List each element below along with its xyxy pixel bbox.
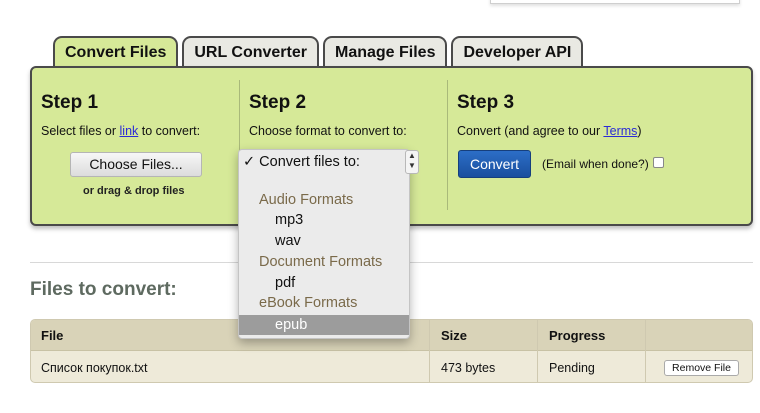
select-arrows-icon[interactable]: ▲ ▼ <box>405 150 419 174</box>
tab-convert-files[interactable]: Convert Files <box>53 36 179 68</box>
email-when-done-checkbox[interactable] <box>653 157 664 168</box>
step-3-title: Step 3 <box>457 92 515 113</box>
dropdown-option-pdf[interactable]: pdf <box>239 273 409 293</box>
column-header-size: Size <box>441 328 468 343</box>
step-3-description: Convert (and agree to our Terms) <box>457 124 642 138</box>
column-header-file: File <box>41 328 64 343</box>
tab-bar: Convert Files URL Converter Manage Files… <box>53 36 584 68</box>
tab-manage-files[interactable]: Manage Files <box>322 36 448 68</box>
file-progress-cell: Pending <box>549 361 595 375</box>
file-name-cell: Список покупок.txt <box>41 361 148 375</box>
dropdown-option-mp3[interactable]: mp3 <box>239 210 409 230</box>
remove-file-button[interactable]: Remove File <box>664 360 739 376</box>
step-3-desc-suffix: ) <box>637 124 642 138</box>
file-size-cell: 473 bytes <box>441 361 496 375</box>
convert-button[interactable]: Convert <box>458 150 531 178</box>
column-header-progress: Progress <box>549 328 606 343</box>
column-separator <box>537 320 538 382</box>
dropdown-option-epub[interactable]: epub <box>239 315 409 335</box>
dropdown-group-ebook: eBook Formats <box>259 295 358 311</box>
top-popup-edge <box>490 0 740 4</box>
dropdown-selected-option[interactable]: ✓ Convert files to: <box>239 152 409 172</box>
terms-link[interactable]: Terms <box>603 124 637 138</box>
column-separator <box>429 320 430 382</box>
column-separator <box>645 320 646 382</box>
dropdown-option-wav[interactable]: wav <box>239 231 409 251</box>
tab-developer-api[interactable]: Developer API <box>451 36 584 68</box>
tab-url-converter[interactable]: URL Converter <box>182 36 319 68</box>
step-3-desc-text: Convert (and agree to our <box>457 124 604 138</box>
files-to-convert-title: Files to convert: <box>30 279 177 300</box>
format-dropdown-menu[interactable]: ✓ Convert files to: Audio Formats mp3 wa… <box>238 149 410 339</box>
email-when-done-label: (Email when done?) <box>542 157 649 171</box>
dropdown-group-document: Document Formats <box>259 254 383 270</box>
dropdown-group-audio: Audio Formats <box>259 192 354 208</box>
